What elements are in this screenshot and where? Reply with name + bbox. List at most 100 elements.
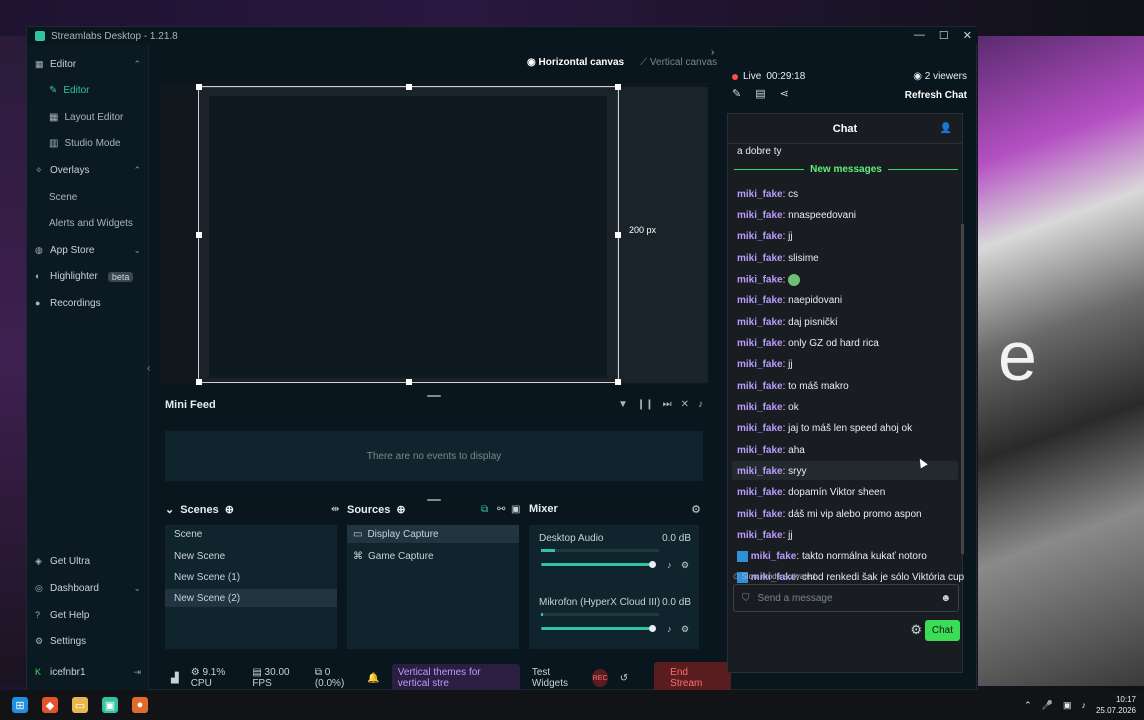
- file-explorer-icon[interactable]: ▭: [72, 697, 88, 713]
- windows-start-icon[interactable]: ⊞: [12, 697, 28, 713]
- chat-username[interactable]: miki_fake: [737, 231, 783, 242]
- user-settings-icon[interactable]: 👤: [940, 123, 952, 134]
- source-lock-icon[interactable]: ⚯: [497, 504, 505, 515]
- chat-username[interactable]: miki_fake: [737, 317, 783, 328]
- chat-scrollbar[interactable]: [961, 224, 964, 554]
- clipboard-icon[interactable]: ▤: [755, 87, 765, 100]
- test-widgets-button[interactable]: Test Widgets: [532, 667, 581, 689]
- resize-splitter[interactable]: [427, 499, 441, 501]
- chat-message[interactable]: miki_fake: dáš mi vip alebo promo aspon: [737, 509, 922, 520]
- scene-item[interactable]: New Scene: [165, 547, 337, 565]
- selection-box[interactable]: [196, 84, 621, 385]
- chat-message[interactable]: miki_fake:: [737, 274, 801, 286]
- sidebar-sub-alerts[interactable]: Alerts and Widgets: [49, 218, 133, 229]
- microphone-icon[interactable]: 🎤: [1042, 700, 1053, 711]
- filter-icon[interactable]: ▼: [618, 399, 628, 410]
- chat-send-button[interactable]: Chat: [924, 620, 960, 641]
- source-item[interactable]: ⌘ Game Capture: [347, 547, 519, 565]
- sidebar-sub-studio-mode[interactable]: ▥ Studio Mode: [49, 138, 121, 149]
- add-source-icon[interactable]: ⊕: [396, 503, 405, 516]
- chevron-up-icon[interactable]: ⌃: [1024, 700, 1032, 711]
- chat-message[interactable]: miki_fake: jj: [737, 359, 793, 370]
- notification-icon[interactable]: 🔔: [367, 673, 379, 684]
- stats-icon[interactable]: ▟: [171, 673, 179, 684]
- sidebar-item-app-store[interactable]: ◍ App Store ⌄: [35, 245, 141, 256]
- sidebar-item-highlighter[interactable]: ◐ Highlighter beta: [35, 271, 141, 282]
- speaker-icon[interactable]: ♪: [1081, 700, 1086, 710]
- sidebar-item-overlays[interactable]: ✧ Overlays ⌃: [35, 165, 141, 176]
- volume-icon[interactable]: ♪: [698, 399, 703, 410]
- chevron-right-icon[interactable]: ›: [711, 47, 714, 58]
- scene-item[interactable]: New Scene (1): [165, 568, 337, 586]
- tab-horizontal-canvas[interactable]: ◉ Horizontal canvas: [527, 57, 624, 68]
- resize-handle[interactable]: [406, 84, 412, 90]
- resize-handle[interactable]: [196, 232, 202, 238]
- promo-banner[interactable]: Vertical themes for vertical stre: [391, 664, 520, 692]
- replay-icon[interactable]: ↺: [620, 673, 628, 684]
- sidebar-item-settings[interactable]: ⚙ Settings: [35, 636, 141, 647]
- chat-message[interactable]: miki_fake: ok: [737, 402, 799, 413]
- chat-username[interactable]: miki_fake: [737, 210, 783, 221]
- sidebar-item-get-ultra[interactable]: ◈ Get Ultra: [35, 556, 141, 567]
- emoji-icon[interactable]: ☻: [940, 593, 951, 604]
- sidebar-item-dashboard[interactable]: ◎ Dashboard ⌄: [35, 583, 141, 594]
- chat-username[interactable]: miki_fake: [737, 402, 783, 413]
- chat-message[interactable]: miki_fake: cs: [737, 189, 798, 200]
- chat-username[interactable]: miki_fake: [737, 381, 783, 392]
- resize-handle[interactable]: [615, 379, 621, 385]
- chat-username[interactable]: miki_fake: [737, 295, 783, 306]
- minimize-icon[interactable]: —: [914, 29, 925, 42]
- chat-username[interactable]: miki_fake: [737, 487, 783, 498]
- edit-stream-icon[interactable]: ✎: [732, 87, 741, 100]
- chat-username[interactable]: miki_fake: [737, 189, 783, 200]
- chat-username[interactable]: miki_fake: [737, 423, 783, 434]
- chat-message[interactable]: miki_fake: nnaspeedovani: [737, 210, 856, 221]
- chat-username[interactable]: miki_fake: [737, 445, 783, 456]
- collapse-left-icon[interactable]: ‹: [147, 363, 150, 374]
- chat-message[interactable]: miki_fake: jaj to máš len speed ahoj ok: [737, 423, 912, 434]
- chat-input[interactable]: ⛉ Send a message ☻: [733, 584, 959, 612]
- chat-settings-icon[interactable]: ⚙: [910, 622, 922, 638]
- chat-username[interactable]: miki_fake: [737, 466, 783, 477]
- chevron-down-icon[interactable]: ⌄: [165, 503, 174, 516]
- chat-message[interactable]: miki_fake: dopamín Viktor sheen: [737, 487, 885, 498]
- gear-icon[interactable]: ⚙: [681, 560, 689, 571]
- resize-handle[interactable]: [615, 232, 621, 238]
- clock[interactable]: 10:17 25.07.2026: [1096, 694, 1136, 716]
- add-scene-icon[interactable]: ⊕: [225, 503, 234, 516]
- pause-icon[interactable]: ❙❙: [637, 399, 654, 410]
- sidebar-item-user[interactable]: Kicefnbr1 ⇥: [35, 667, 141, 678]
- maximize-icon[interactable]: ☐: [939, 29, 949, 42]
- skip-icon[interactable]: ⏭: [663, 399, 672, 410]
- speaker-icon[interactable]: ♪: [667, 560, 672, 570]
- chat-message[interactable]: miki_fake: takto normálna kukať notoro: [737, 551, 927, 562]
- streamlabs-taskbar-icon[interactable]: ▣: [102, 697, 118, 713]
- sidebar-sub-layout-editor[interactable]: ▦ Layout Editor: [49, 112, 123, 123]
- chat-username[interactable]: miki_fake: [737, 338, 783, 349]
- sidebar-sub-scene[interactable]: Scene: [49, 192, 77, 203]
- chat-username[interactable]: miki_fake: [737, 253, 783, 264]
- chat-message[interactable]: miki_fake: jj: [737, 530, 793, 541]
- tab-vertical-canvas[interactable]: ⟋ Vertical canvas: [640, 57, 717, 68]
- volume-slider[interactable]: [541, 561, 656, 568]
- scene-item-selected[interactable]: New Scene (2): [165, 589, 337, 607]
- network-icon[interactable]: ▣: [1063, 700, 1072, 711]
- scene-item[interactable]: Scene: [165, 525, 337, 543]
- chat-message[interactable]: miki_fake: slisime: [737, 253, 819, 264]
- chat-username[interactable]: miki_fake: [737, 509, 783, 520]
- sidebar-sub-editor[interactable]: ✎ Editor: [49, 85, 90, 96]
- sidebar-item-recordings[interactable]: ● Recordings: [35, 298, 141, 309]
- rec-button[interactable]: REC: [592, 669, 608, 687]
- source-folder-icon[interactable]: ▣: [511, 504, 520, 515]
- resize-handle[interactable]: [196, 379, 202, 385]
- sidebar-item-get-help[interactable]: ? Get Help: [35, 610, 141, 621]
- sidebar-item-editor[interactable]: ▦ Editor ⌃: [35, 59, 141, 70]
- chat-message[interactable]: miki_fake: daj pisničkí: [737, 317, 838, 328]
- speaker-icon[interactable]: ♪: [667, 624, 672, 634]
- firefox-icon[interactable]: ●: [132, 697, 148, 713]
- resize-handle[interactable]: [196, 84, 202, 90]
- chat-username[interactable]: miki_fake: [751, 551, 797, 562]
- chat-message[interactable]: miki_fake: to máš makro: [737, 381, 849, 392]
- chat-username[interactable]: miki_fake: [737, 359, 783, 370]
- volume-slider[interactable]: [541, 625, 656, 632]
